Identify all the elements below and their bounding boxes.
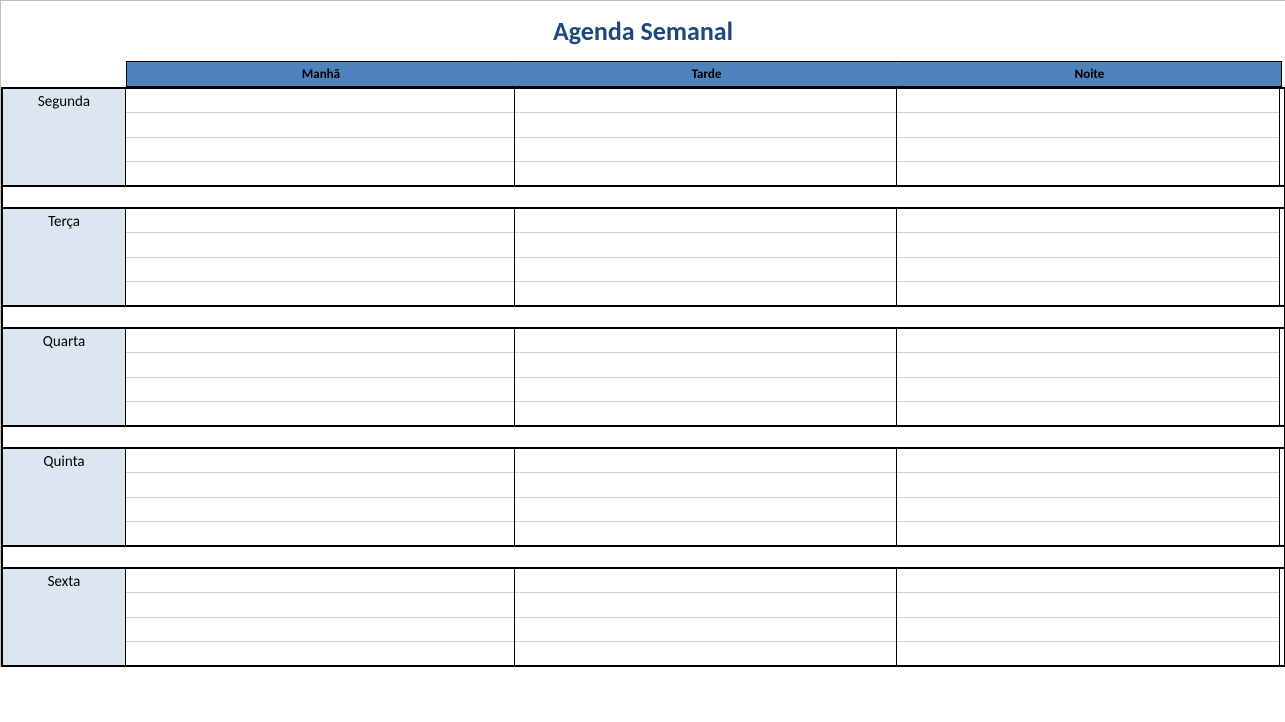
period-header-night: Noite xyxy=(898,61,1282,87)
day-col-afternoon xyxy=(515,209,897,305)
day-label: Terça xyxy=(3,209,126,305)
agenda-cell[interactable] xyxy=(515,138,896,162)
day-col-morning xyxy=(126,449,515,545)
agenda-cell[interactable] xyxy=(897,473,1279,497)
day-col-morning xyxy=(126,89,515,185)
agenda-cell[interactable] xyxy=(515,209,896,233)
header-spacer xyxy=(1,61,126,87)
agenda-cell[interactable] xyxy=(126,89,514,113)
agenda-cell[interactable] xyxy=(126,569,514,593)
agenda-cell[interactable] xyxy=(126,522,514,545)
agenda-cell[interactable] xyxy=(126,282,514,305)
agenda-cell[interactable] xyxy=(897,329,1279,353)
agenda-cell[interactable] xyxy=(515,162,896,185)
day-label: Quarta xyxy=(3,329,126,425)
agenda-cell[interactable] xyxy=(515,498,896,522)
agenda-cell[interactable] xyxy=(897,233,1279,257)
day-label: Segunda xyxy=(3,89,126,185)
agenda-cell[interactable] xyxy=(126,353,514,377)
agenda-cell[interactable] xyxy=(126,113,514,137)
agenda-cell[interactable] xyxy=(126,402,514,425)
weekly-agenda-sheet: Agenda Semanal Manhã Tarde Noite Segunda xyxy=(0,0,1285,667)
day-label: Quinta xyxy=(3,449,126,545)
agenda-cell[interactable] xyxy=(897,353,1279,377)
agenda-cell[interactable] xyxy=(515,89,896,113)
day-col-morning xyxy=(126,329,515,425)
day-row-quinta: Quinta xyxy=(1,447,1285,547)
period-header-morning: Manhã xyxy=(126,61,516,87)
day-col-morning xyxy=(126,569,515,665)
agenda-cell[interactable] xyxy=(515,258,896,282)
agenda-cell[interactable] xyxy=(897,89,1279,113)
agenda-cell[interactable] xyxy=(897,642,1279,665)
agenda-cell[interactable] xyxy=(126,378,514,402)
day-row-quarta: Quarta xyxy=(1,327,1285,427)
day-col-afternoon xyxy=(515,449,897,545)
page-title: Agenda Semanal xyxy=(1,1,1285,61)
day-row-terca: Terça xyxy=(1,207,1285,307)
day-row-sexta: Sexta xyxy=(1,567,1285,667)
agenda-cell[interactable] xyxy=(515,402,896,425)
agenda-cell[interactable] xyxy=(897,618,1279,642)
agenda-cell[interactable] xyxy=(126,449,514,473)
day-col-afternoon xyxy=(515,329,897,425)
agenda-cell[interactable] xyxy=(897,569,1279,593)
agenda-cell[interactable] xyxy=(897,162,1279,185)
agenda-cell[interactable] xyxy=(515,593,896,617)
day-col-afternoon xyxy=(515,89,897,185)
agenda-cell[interactable] xyxy=(897,258,1279,282)
agenda-cell[interactable] xyxy=(897,593,1279,617)
agenda-cell[interactable] xyxy=(126,618,514,642)
day-col-afternoon xyxy=(515,569,897,665)
agenda-cell[interactable] xyxy=(897,209,1279,233)
agenda-cell[interactable] xyxy=(515,618,896,642)
period-header-afternoon: Tarde xyxy=(516,61,898,87)
agenda-cell[interactable] xyxy=(126,162,514,185)
agenda-cell[interactable] xyxy=(897,113,1279,137)
agenda-cell[interactable] xyxy=(515,113,896,137)
agenda-cell[interactable] xyxy=(515,473,896,497)
day-col-night xyxy=(897,209,1280,305)
agenda-cell[interactable] xyxy=(515,569,896,593)
agenda-cell[interactable] xyxy=(515,329,896,353)
agenda-cell[interactable] xyxy=(126,498,514,522)
agenda-cell[interactable] xyxy=(897,402,1279,425)
gap-row xyxy=(1,187,1285,207)
agenda-cell[interactable] xyxy=(897,449,1279,473)
agenda-cell[interactable] xyxy=(515,522,896,545)
day-col-night xyxy=(897,89,1280,185)
agenda-cell[interactable] xyxy=(515,642,896,665)
day-col-night xyxy=(897,449,1280,545)
agenda-cell[interactable] xyxy=(126,233,514,257)
agenda-cell[interactable] xyxy=(126,593,514,617)
agenda-cell[interactable] xyxy=(897,282,1279,305)
day-col-night xyxy=(897,569,1280,665)
agenda-cell[interactable] xyxy=(897,138,1279,162)
gap-row xyxy=(1,427,1285,447)
agenda-cell[interactable] xyxy=(515,449,896,473)
period-header-row: Manhã Tarde Noite xyxy=(1,61,1285,87)
agenda-cell[interactable] xyxy=(897,498,1279,522)
agenda-cell[interactable] xyxy=(126,258,514,282)
agenda-cell[interactable] xyxy=(897,378,1279,402)
day-row-segunda: Segunda xyxy=(1,87,1285,187)
agenda-cell[interactable] xyxy=(515,233,896,257)
agenda-cell[interactable] xyxy=(126,473,514,497)
agenda-cell[interactable] xyxy=(515,353,896,377)
agenda-cell[interactable] xyxy=(126,209,514,233)
agenda-cell[interactable] xyxy=(515,282,896,305)
day-col-morning xyxy=(126,209,515,305)
agenda-cell[interactable] xyxy=(126,329,514,353)
agenda-cell[interactable] xyxy=(897,522,1279,545)
agenda-cell[interactable] xyxy=(126,138,514,162)
gap-row xyxy=(1,307,1285,327)
gap-row xyxy=(1,547,1285,567)
day-col-night xyxy=(897,329,1280,425)
agenda-cell[interactable] xyxy=(515,378,896,402)
day-label: Sexta xyxy=(3,569,126,665)
agenda-cell[interactable] xyxy=(126,642,514,665)
